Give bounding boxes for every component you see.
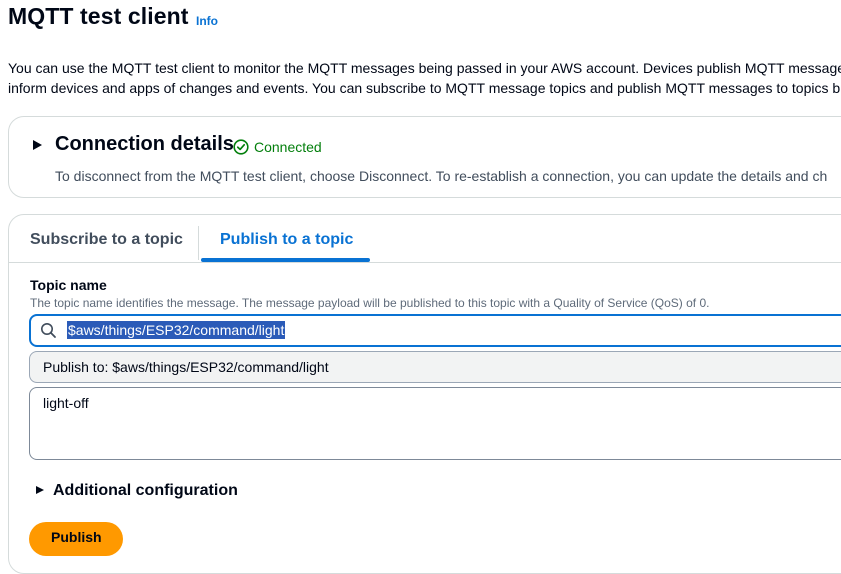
- tab-subscribe[interactable]: Subscribe to a topic: [30, 231, 183, 249]
- caret-right-icon: [33, 140, 42, 150]
- topic-name-description: The topic name identifies the message. T…: [30, 296, 710, 310]
- connection-expand-toggle[interactable]: [33, 140, 42, 150]
- caret-right-icon: [36, 486, 44, 494]
- tabs-divider-line: [9, 262, 841, 263]
- connection-details-card: [8, 116, 841, 198]
- additional-config-title[interactable]: Additional configuration: [53, 482, 238, 500]
- check-circle-icon: [233, 139, 249, 155]
- connection-details-title[interactable]: Connection details: [55, 133, 234, 156]
- topic-suggestion-label: Publish to: $aws/things/ESP32/command/li…: [43, 359, 329, 375]
- tab-publish[interactable]: Publish to a topic: [220, 231, 353, 249]
- search-icon: [41, 323, 56, 338]
- info-link[interactable]: Info: [196, 14, 218, 28]
- topic-name-value: $aws/things/ESP32/command/light: [67, 321, 286, 339]
- publish-button-label[interactable]: Publish: [51, 529, 102, 545]
- connection-description: To disconnect from the MQTT test client,…: [55, 168, 828, 184]
- additional-config-toggle[interactable]: [36, 486, 44, 494]
- tab-divider: [198, 226, 199, 260]
- message-payload-textarea[interactable]: [29, 387, 841, 460]
- topic-name-label: Topic name: [30, 277, 107, 293]
- page-description-line-1: You can use the MQTT test client to moni…: [8, 60, 841, 76]
- page-title: MQTT test client: [8, 3, 189, 29]
- message-payload-value: light-off: [43, 395, 89, 411]
- connection-status-badge: Connected: [254, 139, 322, 155]
- page-description-line-2: inform devices and apps of changes and e…: [8, 80, 841, 96]
